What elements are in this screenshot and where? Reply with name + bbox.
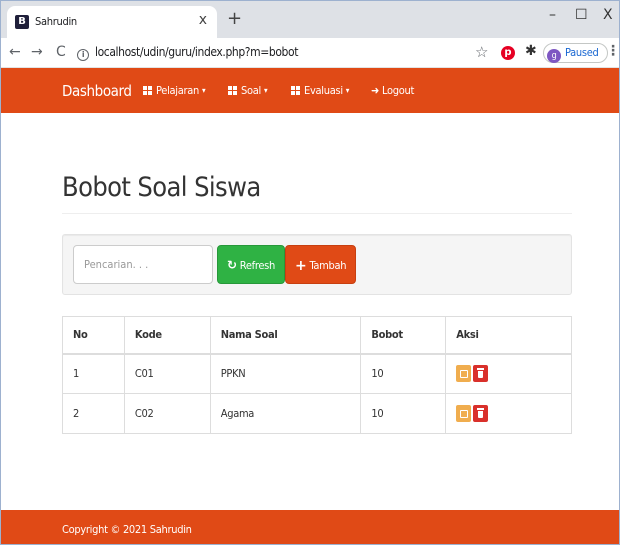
nav-menu-soal[interactable]: Soal ▾: [228, 84, 268, 97]
avatar: g: [547, 49, 561, 63]
title-divider: [62, 213, 572, 214]
address-bar: ← → C i localhost/udin/guru/index.php?m=b…: [1, 38, 619, 68]
reload-icon[interactable]: C: [56, 44, 66, 60]
nav-menu-pelajaran[interactable]: Pelajaran ▾: [143, 84, 206, 97]
url-field[interactable]: i localhost/udin/guru/index.php?m=bobot: [77, 45, 298, 61]
minimize-icon[interactable]: –: [549, 7, 556, 23]
add-label: Tambah: [309, 259, 347, 272]
tab-close-icon[interactable]: x: [199, 12, 207, 28]
grid-icon: [291, 86, 300, 95]
nav-menu-label: Evaluasi: [304, 84, 343, 97]
add-button[interactable]: + Tambah: [285, 245, 357, 284]
cell-nama-soal: PPKN: [209, 353, 362, 394]
nav-logout-link[interactable]: ➜ Logout: [371, 84, 414, 97]
toolbar-well: ↻Refresh +Tambah: [62, 234, 572, 295]
cell-no: 2: [62, 393, 125, 434]
forward-arrow-icon[interactable]: →: [31, 44, 43, 60]
cell-kode: C01: [123, 353, 211, 394]
cell-nama-soal: Agama: [209, 393, 362, 434]
trash-icon[interactable]: [473, 365, 489, 383]
nav-menu-label: Soal: [241, 84, 261, 97]
bobot-table: No Kode Nama Soal Bobot Aksi 1 C01 PPKN …: [62, 316, 572, 434]
table-header-row: No Kode Nama Soal Bobot Aksi: [62, 316, 572, 355]
trash-icon[interactable]: [473, 405, 489, 422]
refresh-button[interactable]: ↻ Refresh: [217, 245, 285, 284]
cell-no: 1: [62, 353, 125, 394]
bootstrap-favicon-icon: B: [15, 15, 29, 29]
nav-logout-label: Logout: [382, 84, 415, 97]
browser-tab[interactable]: B Sahrudin x: [7, 6, 217, 38]
footer-copyright: Copyright © 2021 Sahrudin: [62, 523, 192, 536]
site-info-icon[interactable]: i: [77, 49, 89, 61]
browser-menu-icon[interactable]: ⋮: [606, 43, 619, 59]
cell-bobot: 10: [360, 393, 447, 434]
edit-icon[interactable]: [456, 365, 472, 383]
cell-bobot: 10: [360, 353, 447, 394]
extensions-icon[interactable]: ✱: [525, 43, 537, 59]
refresh-label: Refresh: [239, 259, 276, 272]
caret-down-icon: ▾: [263, 86, 268, 95]
header-nama-soal: Nama Soal: [209, 316, 362, 355]
edit-icon[interactable]: [456, 405, 472, 422]
logout-icon: ➜: [371, 84, 379, 97]
site-footer: Copyright © 2021 Sahrudin: [1, 510, 619, 544]
bookmark-star-icon[interactable]: ☆: [475, 43, 488, 61]
nav-dashboard-link[interactable]: Dashboard: [62, 82, 132, 100]
tab-strip: B Sahrudin x + – ☐ X: [1, 1, 619, 38]
caret-down-icon: ▾: [345, 86, 350, 95]
plus-icon: +: [295, 258, 307, 274]
table-row: 2 C02 Agama 10: [62, 393, 572, 434]
refresh-icon: ↻: [227, 258, 237, 272]
caret-down-icon: ▾: [202, 86, 206, 95]
profile-status: Paused: [565, 46, 599, 59]
back-arrow-icon[interactable]: ←: [9, 44, 21, 60]
search-input[interactable]: [73, 245, 213, 284]
browser-window: B Sahrudin x + – ☐ X ← → C i localhost/ud…: [0, 0, 620, 545]
header-aksi: Aksi: [445, 316, 572, 355]
nav-menu-evaluasi[interactable]: Evaluasi ▾: [291, 84, 349, 97]
header-kode: Kode: [123, 316, 211, 355]
nav-menu-label: Pelajaran: [156, 84, 199, 97]
maximize-icon[interactable]: ☐: [575, 7, 588, 23]
profile-button[interactable]: g Paused: [543, 43, 608, 63]
new-tab-icon[interactable]: +: [227, 8, 242, 29]
grid-icon: [143, 86, 152, 95]
tab-title: Sahrudin: [35, 15, 77, 28]
header-bobot: Bobot: [360, 316, 447, 355]
cell-aksi: [445, 393, 572, 434]
cell-kode: C02: [123, 393, 211, 434]
window-close-icon[interactable]: X: [603, 7, 613, 23]
pinterest-extension-icon[interactable]: p: [501, 46, 515, 60]
table-row: 1 C01 PPKN 10: [62, 353, 572, 394]
url-text: localhost/udin/guru/index.php?m=bobot: [95, 45, 299, 59]
grid-icon: [228, 86, 237, 95]
page-title: Bobot Soal Siswa: [62, 172, 261, 203]
cell-aksi: [445, 353, 572, 394]
site-navbar: Dashboard Pelajaran ▾ Soal ▾ Evaluasi ▾ ➜ Lo…: [1, 68, 619, 113]
header-no: No: [62, 316, 125, 355]
